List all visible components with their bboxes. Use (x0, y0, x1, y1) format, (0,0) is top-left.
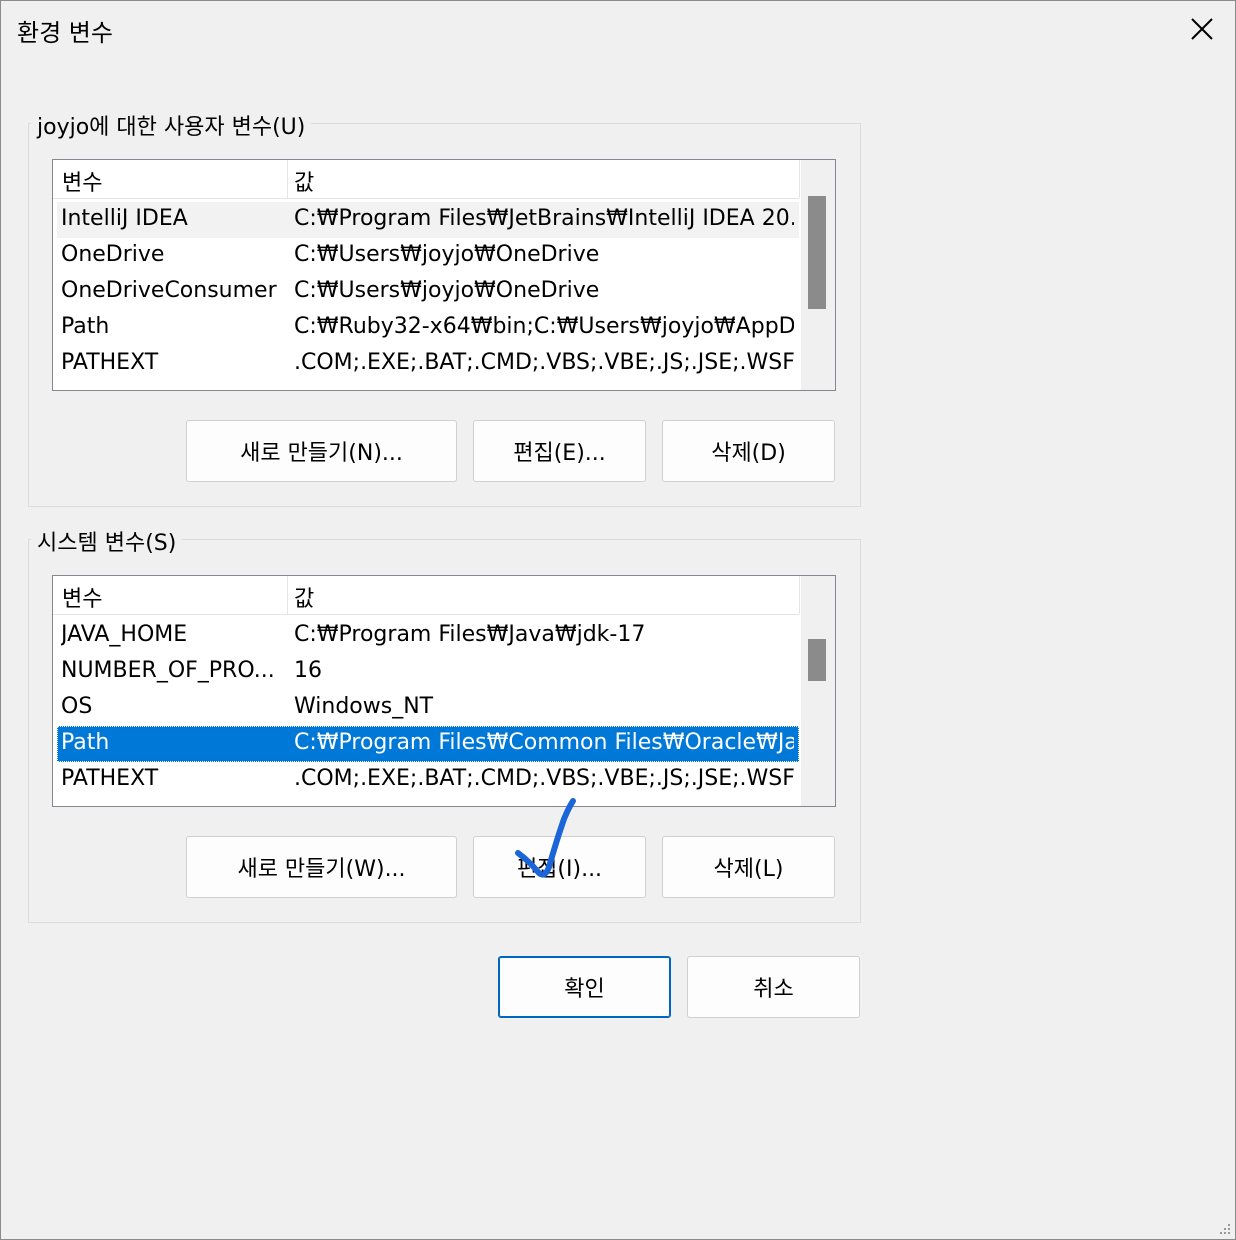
edit-user-variable-button[interactable]: 편집(E)... (473, 420, 646, 482)
table-row[interactable]: OneDrive C:₩Users₩joyjo₩OneDrive (57, 238, 799, 274)
table-row[interactable]: IntelliJ IDEA C:₩Program Files₩JetBrains… (57, 202, 799, 238)
vertical-scrollbar[interactable] (801, 576, 835, 806)
variable-value: C:₩Users₩joyjo₩OneDrive (294, 242, 600, 267)
column-divider[interactable] (287, 576, 288, 614)
delete-user-variable-button[interactable]: 삭제(D) (662, 420, 835, 482)
table-row[interactable]: OneDriveConsumer C:₩Users₩joyjo₩OneDrive (57, 274, 799, 310)
close-icon (1191, 18, 1213, 40)
column-divider (799, 160, 800, 198)
close-button[interactable] (1173, 9, 1231, 49)
column-header-value[interactable]: 값 (294, 581, 314, 613)
delete-system-variable-button[interactable]: 삭제(L) (662, 836, 835, 898)
column-header-name[interactable]: 변수 (62, 165, 102, 197)
variable-value: 16 (294, 658, 322, 683)
scrollbar-thumb[interactable] (808, 196, 826, 309)
edit-system-variable-button[interactable]: 편집(I)... (473, 836, 646, 898)
environment-variables-dialog: 환경 변수 joyjo에 대한 사용자 변수(U) 변수 값 IntelliJ … (0, 0, 1236, 1240)
table-row[interactable]: PATHEXT .COM;.EXE;.BAT;.CMD;.VBS;.VBE;.J… (57, 762, 799, 798)
variable-value: C:₩Program Files₩Java₩jdk-17 (294, 622, 646, 647)
cancel-button[interactable]: 취소 (687, 956, 860, 1018)
variable-value: .COM;.EXE;.BAT;.CMD;.VBS;.VBE;.JS;.JSE;.… (294, 766, 794, 791)
scrollbar-thumb[interactable] (808, 639, 826, 681)
table-row[interactable]: PATHEXT .COM;.EXE;.BAT;.CMD;.VBS;.VBE;.J… (57, 346, 799, 382)
table-row[interactable]: JAVA_HOME C:₩Program Files₩Java₩jdk-17 (57, 618, 799, 654)
variable-name: OS (61, 694, 93, 719)
table-row[interactable]: Path C:₩Ruby32-x64₩bin;C:₩Users₩joyjo₩Ap… (57, 310, 799, 346)
system-variables-list[interactable]: 변수 값 JAVA_HOME C:₩Program Files₩Java₩jdk… (52, 575, 836, 807)
column-header-name[interactable]: 변수 (62, 581, 102, 613)
system-variables-label: 시스템 변수(S) (31, 525, 183, 557)
variable-value: C:₩Users₩joyjo₩OneDrive (294, 278, 600, 303)
table-row[interactable]: NUMBER_OF_PRO... 16 (57, 654, 799, 690)
list-header: 변수 값 (53, 160, 800, 199)
variable-name: IntelliJ IDEA (61, 206, 188, 231)
vertical-scrollbar[interactable] (801, 160, 835, 390)
user-variables-label: joyjo에 대한 사용자 변수(U) (31, 109, 312, 141)
table-row[interactable]: OS Windows_NT (57, 690, 799, 726)
list-header: 변수 값 (53, 576, 800, 615)
dialog-title: 환경 변수 (17, 19, 113, 47)
variable-name: PATHEXT (61, 766, 159, 791)
variable-value: C:₩Ruby32-x64₩bin;C:₩Users₩joyjo₩AppDa..… (294, 314, 794, 339)
variable-name: NUMBER_OF_PRO... (61, 658, 275, 683)
variable-name: Path (61, 730, 110, 755)
variable-value: .COM;.EXE;.BAT;.CMD;.VBS;.VBE;.JS;.JSE;.… (294, 350, 794, 375)
variable-value: Windows_NT (294, 694, 434, 719)
column-divider[interactable] (287, 160, 288, 198)
ok-button[interactable]: 확인 (498, 956, 671, 1018)
title-bar: 환경 변수 (1, 1, 1235, 57)
resize-grip-icon[interactable] (1217, 1221, 1231, 1235)
variable-name: OneDrive (61, 242, 165, 267)
table-row-selected[interactable]: Path C:₩Program Files₩Common Files₩Oracl… (57, 726, 799, 762)
variable-name: JAVA_HOME (61, 622, 188, 647)
variable-name: OneDriveConsumer (61, 278, 277, 303)
column-divider (799, 576, 800, 614)
new-system-variable-button[interactable]: 새로 만들기(W)... (186, 836, 457, 898)
variable-name: PATHEXT (61, 350, 159, 375)
variable-value: C:₩Program Files₩JetBrains₩IntelliJ IDEA… (294, 206, 794, 231)
column-header-value[interactable]: 값 (294, 165, 314, 197)
user-variables-list[interactable]: 변수 값 IntelliJ IDEA C:₩Program Files₩JetB… (52, 159, 836, 391)
variable-name: Path (61, 314, 110, 339)
new-user-variable-button[interactable]: 새로 만들기(N)... (186, 420, 457, 482)
variable-value: C:₩Program Files₩Common Files₩Oracle₩Ja.… (294, 730, 794, 755)
